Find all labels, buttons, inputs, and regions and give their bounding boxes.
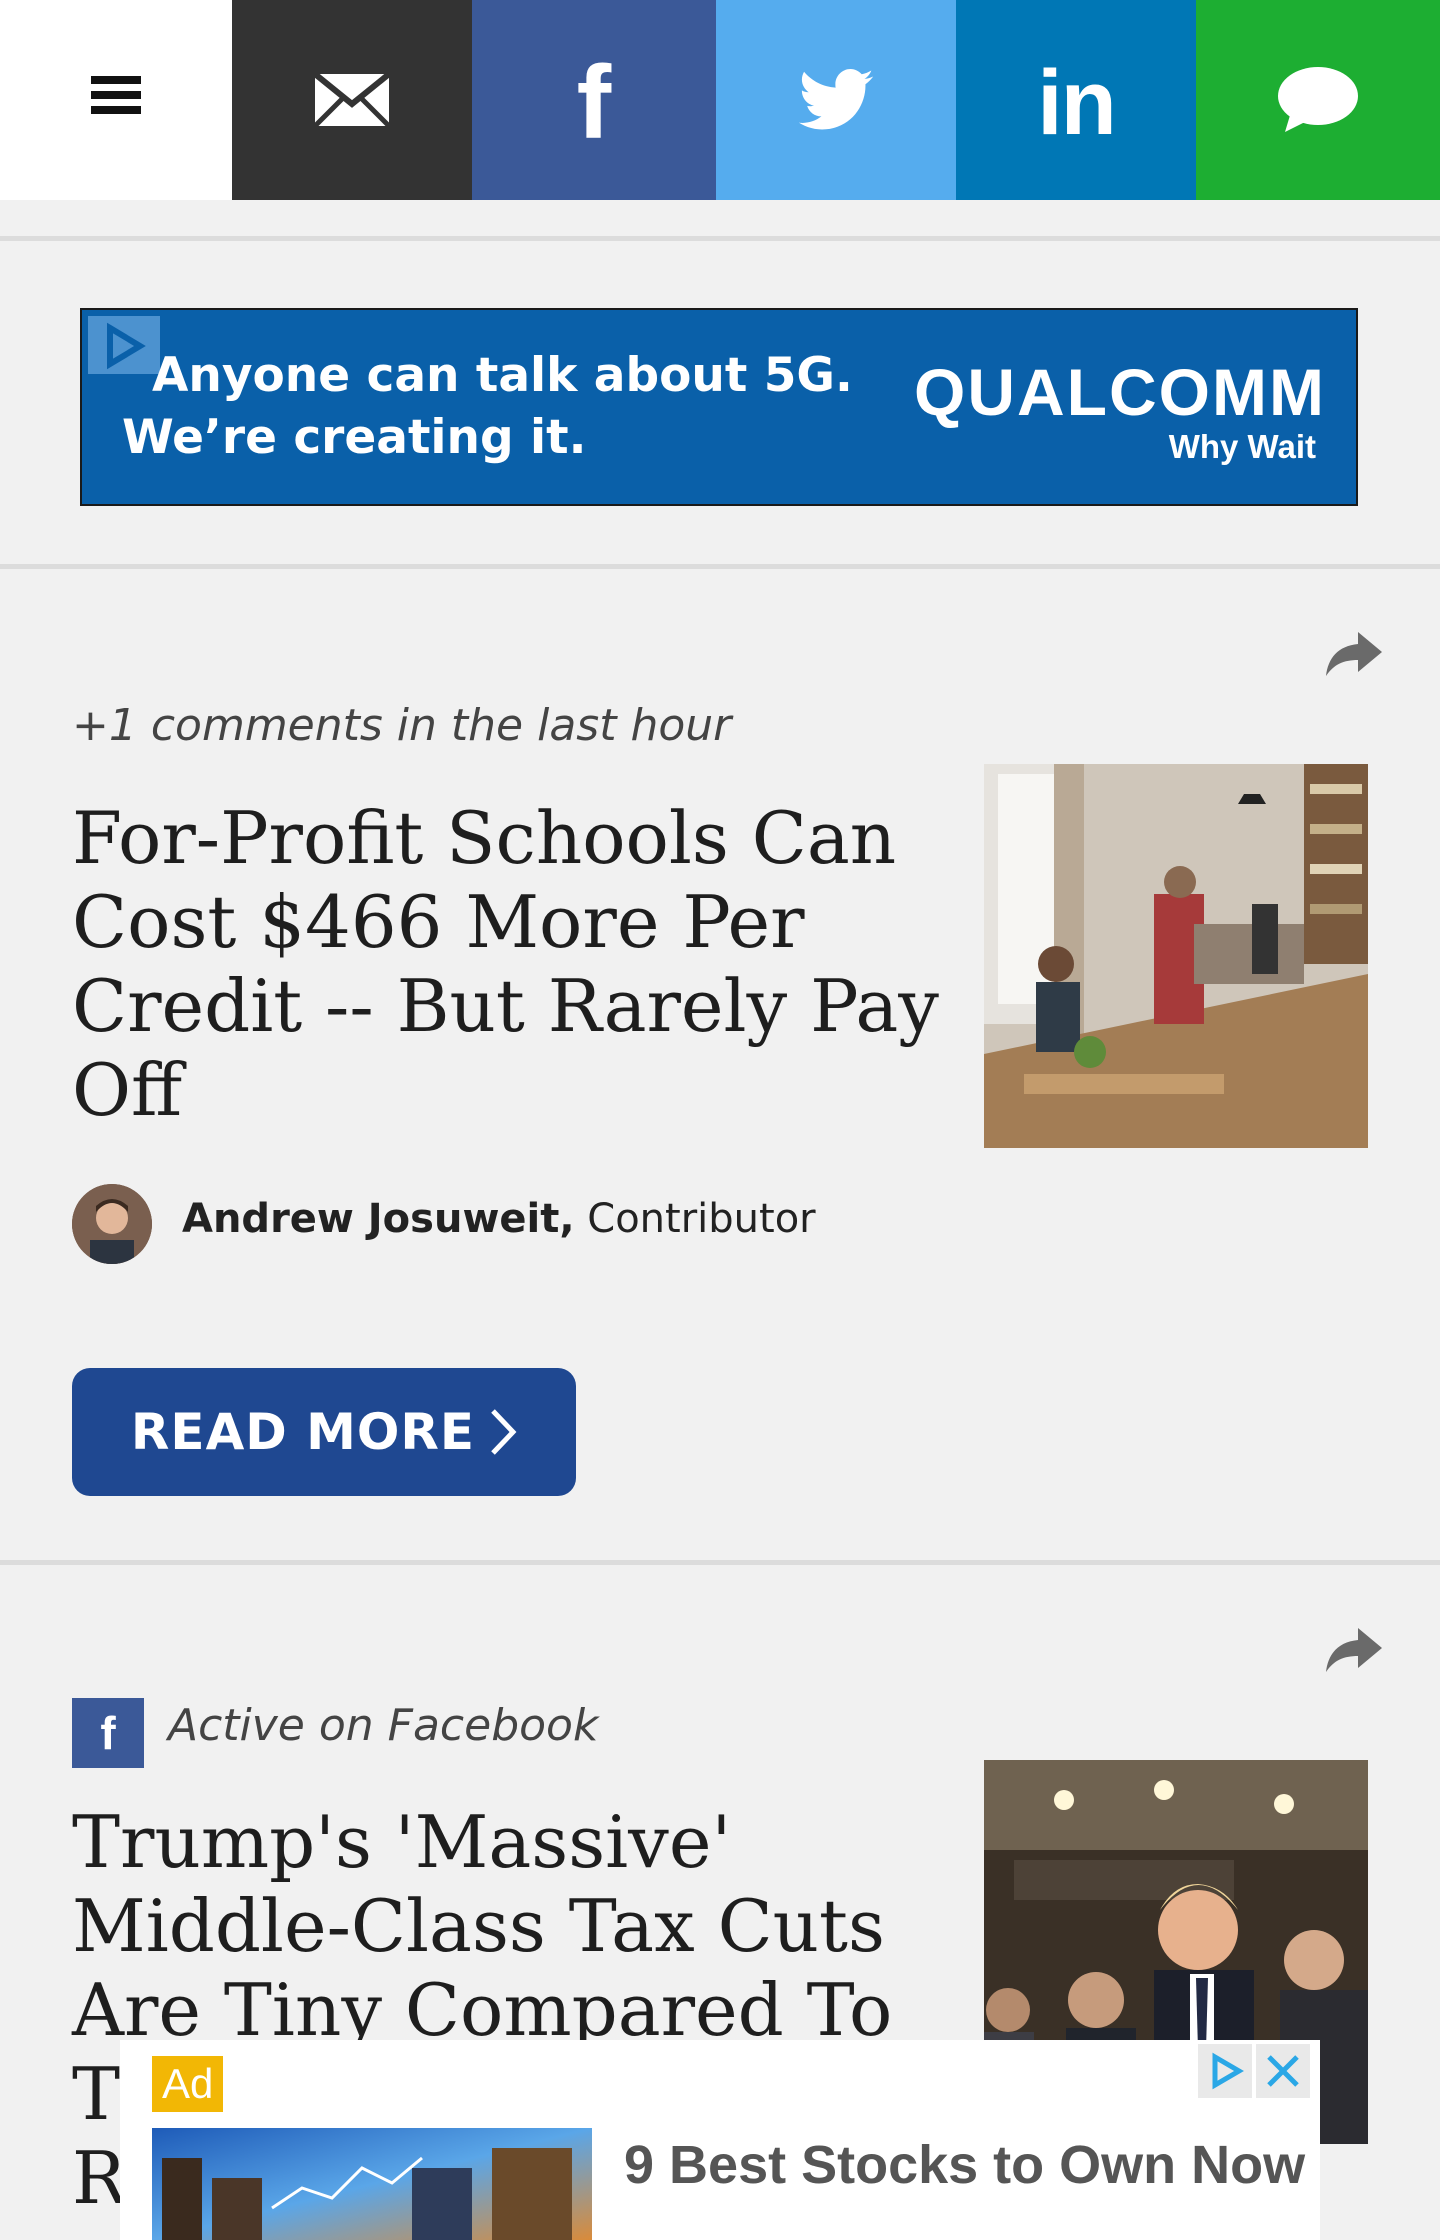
hamburger-menu-icon xyxy=(91,76,141,114)
divider xyxy=(0,564,1440,569)
banner-ad-brand-logo: QUALCOMM xyxy=(914,355,1326,429)
ad-image[interactable] xyxy=(152,2128,592,2240)
article-byline: Andrew Josuweit, Contributor xyxy=(182,1196,816,1242)
adchoices-icon[interactable] xyxy=(1198,2044,1252,2098)
read-more-label: READ MORE xyxy=(130,1403,476,1461)
close-ad-button[interactable] xyxy=(1256,2044,1310,2098)
article-activity-text: Active on Facebook xyxy=(168,1700,599,1751)
author-avatar[interactable] xyxy=(72,1184,152,1264)
email-share-button[interactable] xyxy=(232,0,472,200)
twitter-icon xyxy=(798,69,874,130)
read-more-button[interactable]: READ MORE xyxy=(72,1368,576,1496)
author-name[interactable]: Andrew Josuweit, xyxy=(182,1196,575,1242)
article-thumbnail[interactable] xyxy=(984,764,1368,1148)
banner-ad-line1: Anyone can talk about 5G. xyxy=(152,348,853,403)
overlay-ad[interactable]: Ad 9 Best Stocks to Own Now xyxy=(120,2040,1320,2240)
facebook-badge-icon: f xyxy=(72,1698,144,1768)
facebook-share-button[interactable]: f xyxy=(472,0,716,200)
chevron-right-icon xyxy=(491,1409,517,1455)
article-title[interactable]: For-Profit Schools Can Cost $466 More Pe… xyxy=(72,796,952,1132)
author-role: Contributor xyxy=(574,1196,816,1242)
share-toolbar: f in xyxy=(0,0,1440,200)
banner-ad-line2: We’re creating it. xyxy=(122,410,587,465)
linkedin-share-button[interactable]: in xyxy=(956,0,1196,200)
email-icon xyxy=(315,74,389,126)
ad-headline[interactable]: 9 Best Stocks to Own Now xyxy=(624,2134,1305,2196)
share-arrow-icon[interactable] xyxy=(1324,628,1384,678)
banner-ad[interactable]: Anyone can talk about 5G. We’re creating… xyxy=(80,308,1358,506)
linkedin-icon: in xyxy=(1037,52,1117,154)
sms-chat-icon xyxy=(1278,67,1358,132)
sms-share-button[interactable] xyxy=(1196,0,1440,200)
divider xyxy=(0,236,1440,241)
divider xyxy=(0,1560,1440,1565)
article-activity-text: +1 comments in the last hour xyxy=(72,700,732,751)
share-arrow-icon[interactable] xyxy=(1324,1624,1384,1674)
twitter-share-button[interactable] xyxy=(716,0,956,200)
adchoices-icon[interactable] xyxy=(88,316,160,374)
banner-ad-tagline: Why Wait xyxy=(1168,428,1316,465)
menu-button[interactable] xyxy=(0,0,232,200)
close-icon xyxy=(1267,2055,1299,2087)
facebook-icon: f xyxy=(576,45,612,161)
ad-label: Ad xyxy=(152,2056,224,2112)
